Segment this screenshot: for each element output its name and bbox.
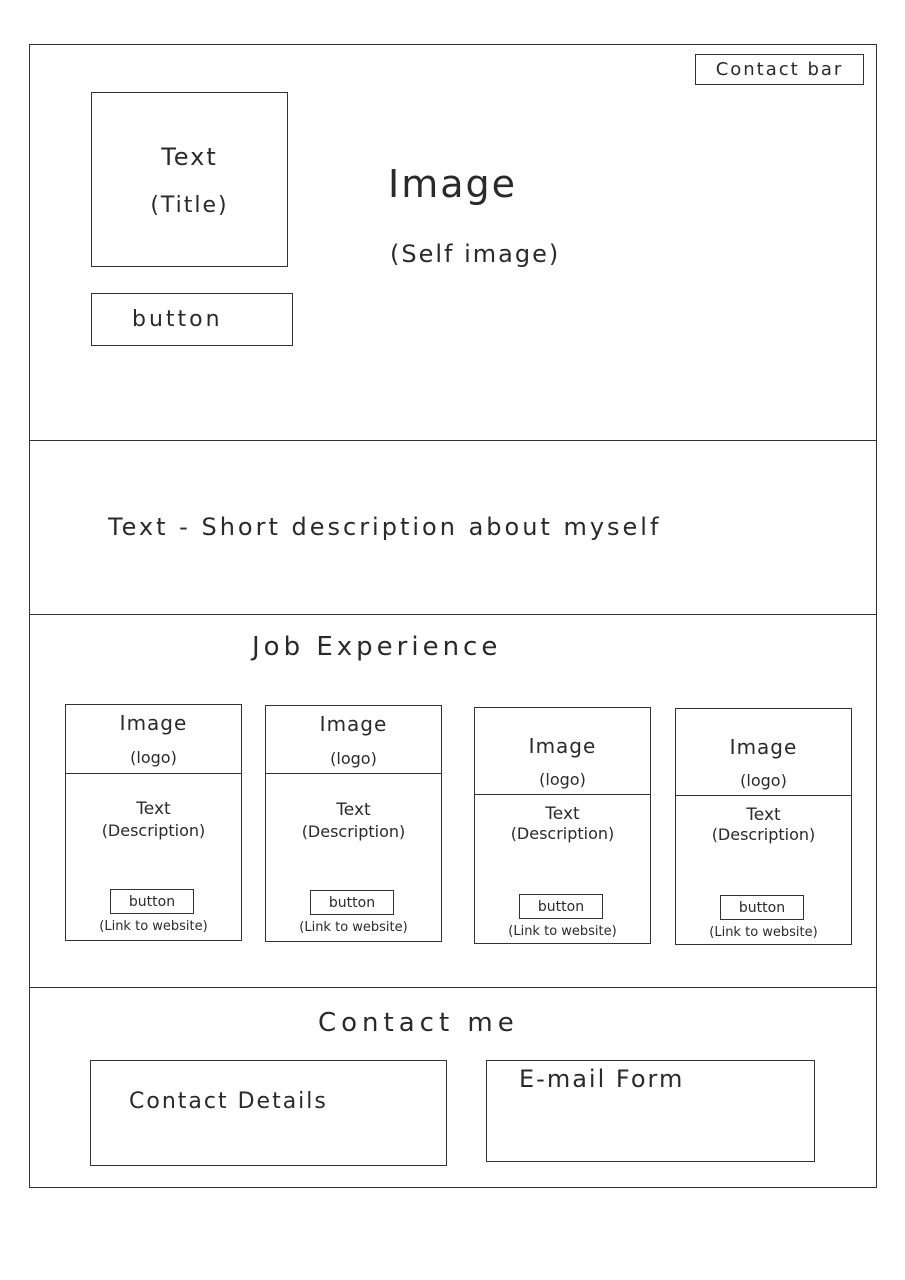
hero-button[interactable]: button: [91, 293, 293, 346]
job-card-text-sub: (Description): [301, 822, 406, 841]
job-card-4: Image (logo) Text (Description) button (…: [675, 708, 852, 945]
job-card-link-note: (Link to website): [299, 920, 408, 935]
job-card-text-label: Text: [545, 804, 580, 824]
job-card-divider: [475, 794, 650, 795]
job-card-2: Image (logo) Text (Description) button (…: [265, 705, 442, 942]
job-card-text-sub: (Description): [510, 824, 615, 843]
contact-details-label: Contact Details: [129, 1089, 328, 1114]
section-divider-hero: [29, 440, 877, 441]
job-card-text-label: Text: [746, 805, 781, 825]
job-card-image-sub: (logo): [330, 749, 377, 768]
job-card-link-note: (Link to website): [709, 925, 818, 940]
title-text-sub: (Title): [150, 193, 229, 218]
job-card-image-sub: (logo): [130, 748, 177, 767]
job-card-link-note: (Link to website): [99, 919, 208, 934]
job-card-divider: [266, 773, 441, 774]
job-card-image-label: Image: [729, 735, 798, 759]
job-card-button[interactable]: button: [110, 889, 194, 914]
about-description: Text - Short description about myself: [108, 513, 662, 541]
section-divider-jobs: [29, 987, 877, 988]
job-card-link-note: (Link to website): [508, 924, 617, 939]
job-card-text-sub: (Description): [101, 821, 206, 840]
job-card-text-label: Text: [136, 799, 171, 819]
email-form-label: E-mail Form: [519, 1065, 685, 1093]
job-card-image-label: Image: [319, 712, 388, 736]
self-image-sub: (Self image): [390, 240, 561, 268]
job-card-divider: [676, 795, 851, 796]
contact-details-box: Contact Details: [90, 1060, 447, 1166]
email-form-box[interactable]: E-mail Form: [486, 1060, 815, 1162]
section-divider-about: [29, 614, 877, 615]
job-card-button[interactable]: button: [519, 894, 603, 919]
job-card-button[interactable]: button: [310, 890, 394, 915]
job-card-text-label: Text: [336, 800, 371, 820]
title-text-label: Text: [161, 143, 218, 171]
contact-me-title: Contact me: [318, 1008, 519, 1038]
job-card-image-sub: (logo): [539, 770, 586, 789]
contact-bar[interactable]: Contact bar: [695, 54, 864, 85]
self-image-label: Image: [388, 162, 518, 206]
title-text-box: Text (Title): [91, 92, 288, 267]
job-card-image-label: Image: [528, 734, 597, 758]
job-card-1: Image (logo) Text (Description) button (…: [65, 704, 242, 941]
job-experience-title: Job Experience: [252, 632, 502, 662]
job-card-3: Image (logo) Text (Description) button (…: [474, 707, 651, 944]
job-card-image-label: Image: [119, 711, 188, 735]
job-card-text-sub: (Description): [711, 825, 816, 844]
job-card-image-sub: (logo): [740, 771, 787, 790]
job-card-divider: [66, 773, 241, 774]
job-card-button[interactable]: button: [720, 895, 804, 920]
